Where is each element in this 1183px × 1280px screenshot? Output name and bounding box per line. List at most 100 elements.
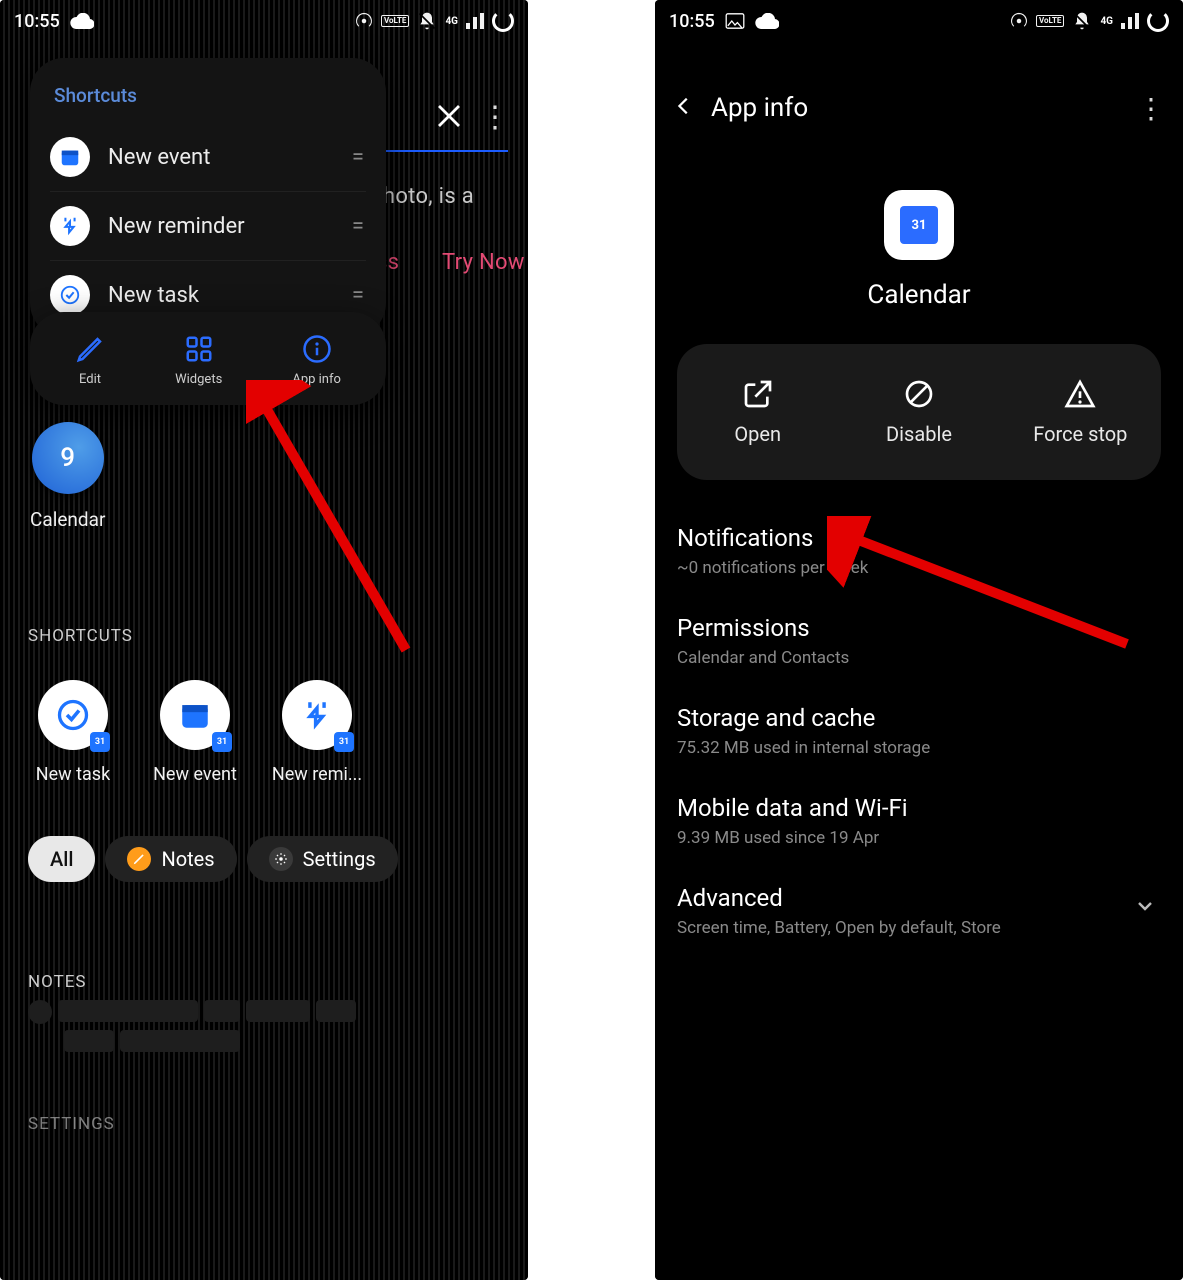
drag-handle-icon[interactable]: = <box>352 145 366 170</box>
force-stop-button[interactable]: Force stop <box>1000 344 1161 480</box>
shortcut-app-new-reminder[interactable]: 31 New remi... <box>272 680 362 785</box>
action-button-card: Open Disable Force stop <box>677 344 1161 480</box>
volte-icon: VoLTE <box>381 15 409 27</box>
section-header-settings: SETTINGS <box>28 1114 115 1134</box>
setting-advanced[interactable]: Advanced Screen time, Battery, Open by d… <box>677 884 1161 938</box>
dnd-icon <box>417 11 437 31</box>
filter-pill-row: All Notes Settings <box>28 836 398 882</box>
annotation-arrow <box>827 516 1137 656</box>
disable-icon <box>903 378 935 410</box>
chevron-down-icon <box>1133 894 1157 922</box>
popup-title: Shortcuts <box>54 84 362 107</box>
calendar-badge: 31 <box>90 732 110 752</box>
shortcut-label: New task <box>36 764 110 785</box>
shortcut-app-new-task[interactable]: 31 New task <box>28 680 118 785</box>
action-label: Widgets <box>175 372 222 387</box>
setting-title: Mobile data and Wi-Fi <box>677 794 1161 822</box>
section-header-notes: NOTES <box>28 972 87 992</box>
shortcut-circle: 31 <box>160 680 230 750</box>
shortcut-item-new-reminder[interactable]: New reminder = <box>50 191 366 260</box>
app-identity: 31 Calendar <box>655 190 1183 310</box>
pill-label: Settings <box>303 847 376 871</box>
info-icon <box>302 334 332 364</box>
pill-notes[interactable]: Notes <box>105 836 236 882</box>
action-label: Edit <box>79 372 101 387</box>
calendar-badge: 31 <box>334 732 354 752</box>
app-longpress-popup: Shortcuts New event = New reminder = New… <box>30 58 386 337</box>
open-button[interactable]: Open <box>677 344 838 480</box>
shortcut-label: New remi... <box>272 764 362 785</box>
button-label: Force stop <box>1033 422 1127 446</box>
shortcut-item-new-event[interactable]: New event = <box>50 123 366 191</box>
dnd-icon <box>1072 11 1092 31</box>
calendar-badge: 31 <box>212 732 232 752</box>
network-4g-icon: 4G <box>1100 16 1113 27</box>
calendar-app-label: Calendar <box>30 508 105 531</box>
setting-title: Storage and cache <box>677 704 1161 732</box>
close-icon[interactable] <box>434 100 464 140</box>
page-title: App info <box>711 93 1137 123</box>
section-header-shortcuts: SHORTCUTS <box>28 626 133 646</box>
status-time: 10:55 <box>14 11 60 32</box>
overflow-menu-icon[interactable]: ⋮ <box>480 100 510 135</box>
shortcut-label: New event <box>153 764 237 785</box>
pencil-icon <box>75 334 105 364</box>
calendar-circle: 9 <box>32 422 104 494</box>
calendar-icon <box>50 137 90 177</box>
calendar-day: 9 <box>60 443 75 473</box>
calendar-icon: 31 <box>900 206 938 244</box>
warning-icon <box>1064 378 1096 410</box>
button-label: Open <box>734 422 781 446</box>
calendar-app-icon[interactable]: 9 Calendar <box>30 422 105 531</box>
notes-redacted <box>28 1000 368 1052</box>
reminder-icon <box>300 698 334 732</box>
phone-screen-right: 10:55 VoLTE 4G App info ⋮ 31 Calendar <box>655 0 1183 1280</box>
shortcut-label: New reminder <box>108 214 334 239</box>
pill-label: All <box>50 847 73 871</box>
disable-button[interactable]: Disable <box>838 344 999 480</box>
bg-promo-text: ›hoto, is a <box>376 184 474 209</box>
hotspot-icon <box>355 12 373 30</box>
back-icon[interactable] <box>673 95 695 121</box>
setting-sub: 9.39 MB used since 19 Apr <box>677 828 1161 848</box>
cloud-icon <box>70 13 94 29</box>
try-now-link[interactable]: Try Now <box>442 250 525 275</box>
drag-handle-icon[interactable]: = <box>352 214 366 239</box>
pill-all[interactable]: All <box>28 836 95 882</box>
cloud-icon <box>755 13 779 29</box>
notes-icon <box>127 847 151 871</box>
shortcut-app-new-event[interactable]: 31 New event <box>150 680 240 785</box>
button-label: Disable <box>886 422 952 446</box>
overflow-menu-icon[interactable]: ⋮ <box>1137 92 1165 125</box>
signal-icon <box>466 13 484 29</box>
status-bar: 10:55 VoLTE 4G <box>0 0 528 42</box>
setting-data[interactable]: Mobile data and Wi-Fi 9.39 MB used since… <box>677 794 1161 848</box>
tab-underline <box>384 150 508 152</box>
shortcut-circle: 31 <box>38 680 108 750</box>
task-icon <box>50 275 90 315</box>
status-bar: 10:55 VoLTE 4G <box>655 0 1183 42</box>
setting-sub: Screen time, Battery, Open by default, S… <box>677 918 1161 938</box>
image-icon <box>725 13 745 29</box>
app-icon: 31 <box>884 190 954 260</box>
loading-icon <box>1147 10 1169 32</box>
pill-settings[interactable]: Settings <box>247 836 398 882</box>
shortcut-circle: 31 <box>282 680 352 750</box>
setting-storage[interactable]: Storage and cache 75.32 MB used in inter… <box>677 704 1161 758</box>
widgets-action[interactable]: Widgets <box>175 334 222 387</box>
calendar-icon <box>178 698 212 732</box>
loading-icon <box>492 10 514 32</box>
edit-action[interactable]: Edit <box>75 334 105 387</box>
status-time: 10:55 <box>669 11 715 32</box>
setting-title: Advanced <box>677 884 1161 912</box>
network-4g-icon: 4G <box>445 16 458 27</box>
hotspot-icon <box>1010 12 1028 30</box>
drag-handle-icon[interactable]: = <box>352 283 366 308</box>
page-header: App info ⋮ <box>655 78 1183 138</box>
pill-label: Notes <box>161 847 214 871</box>
volte-icon: VoLTE <box>1036 15 1064 27</box>
task-icon <box>55 697 91 733</box>
app-name: Calendar <box>867 280 970 310</box>
open-icon <box>742 378 774 410</box>
signal-icon <box>1121 13 1139 29</box>
